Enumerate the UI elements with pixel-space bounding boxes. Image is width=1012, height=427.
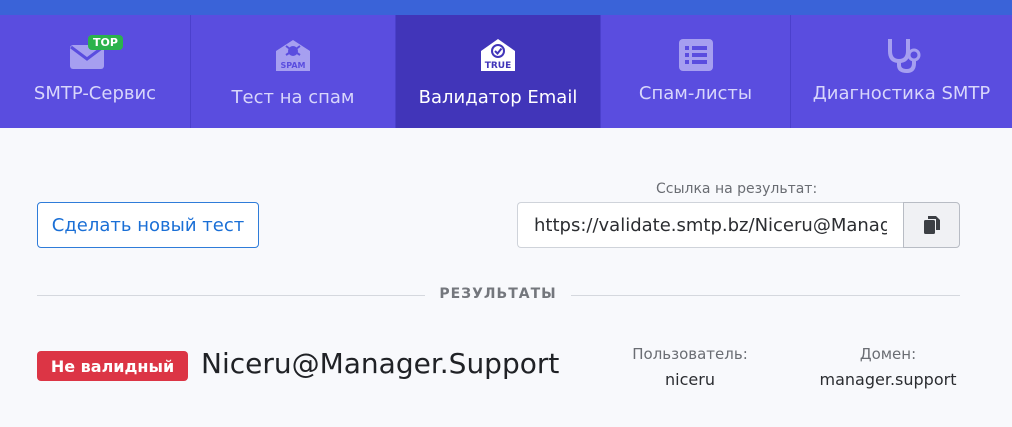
user-label: Пользователь: xyxy=(632,345,748,363)
divider-right xyxy=(571,295,960,296)
top-badge: TOP xyxy=(88,35,123,50)
email-address: Niceru@Manager.Support xyxy=(201,347,560,380)
service-tabs: TOP SMTP-Сервис SPAM Тест на спам TRUE В… xyxy=(0,15,1012,128)
true-envelope-icon: TRUE xyxy=(481,39,515,71)
divider-left xyxy=(37,295,425,296)
result-link-field[interactable] xyxy=(517,202,903,248)
tab-label: Диагностика SMTP xyxy=(812,83,991,104)
tab-label: Валидатор Email xyxy=(418,87,578,108)
tab-smtp-diagnostics[interactable]: Диагностика SMTP xyxy=(791,15,1012,128)
tab-email-validator[interactable]: TRUE Валидатор Email xyxy=(396,15,601,128)
tab-label: Тест на спам xyxy=(231,87,355,108)
stethoscope-icon xyxy=(887,39,920,73)
tab-label: SMTP-Сервис xyxy=(33,83,157,104)
tab-smtp-service[interactable]: TOP SMTP-Сервис xyxy=(0,15,191,128)
results-heading: РЕЗУЛЬТАТЫ xyxy=(439,286,557,302)
list-icon xyxy=(678,39,713,71)
true-icon-text: TRUE xyxy=(485,61,512,71)
tab-label: Спам-листы xyxy=(638,83,753,104)
result-link-label: Ссылка на результат: xyxy=(656,181,818,197)
spam-icon-text: SPAM xyxy=(280,61,305,70)
top-stripe xyxy=(0,0,1012,15)
new-test-button[interactable]: Сделать новый тест xyxy=(37,202,259,248)
tab-spam-lists[interactable]: Спам-листы xyxy=(601,15,791,128)
status-badge: Не валидный xyxy=(37,351,188,381)
domain-label: Домен: xyxy=(859,345,917,363)
copy-button[interactable] xyxy=(903,202,960,248)
domain-value: manager.support xyxy=(819,370,957,389)
user-value: niceru xyxy=(665,370,715,389)
copy-icon xyxy=(923,216,940,234)
spam-envelope-icon: SPAM xyxy=(276,40,310,71)
tab-spam-test[interactable]: SPAM Тест на спам xyxy=(191,15,396,128)
